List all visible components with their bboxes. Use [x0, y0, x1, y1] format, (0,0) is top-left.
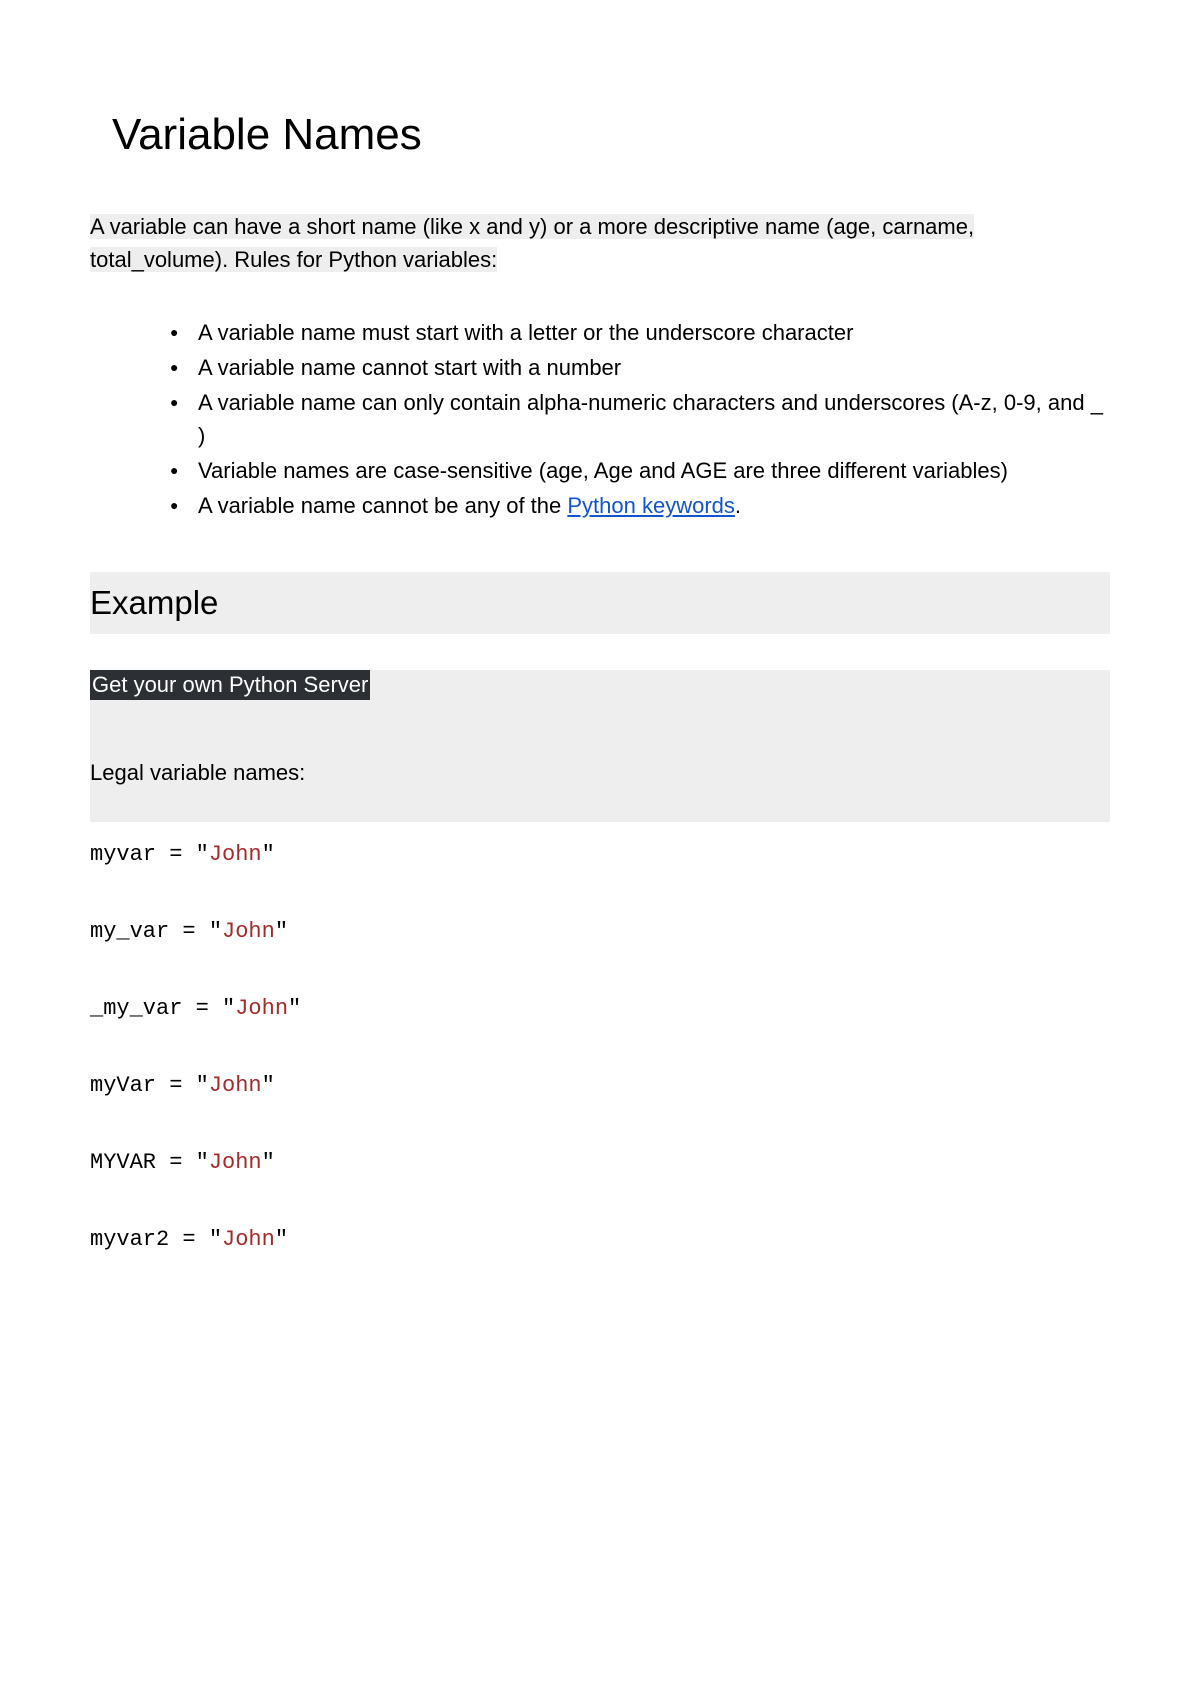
list-item: A variable name cannot be any of the Pyt… [170, 489, 1110, 522]
example-heading: Example [90, 572, 1110, 634]
intro-text: A variable can have a short name (like x… [90, 214, 974, 272]
code-line: _my_var = "John" [90, 996, 1110, 1021]
page-title: Variable Names [112, 110, 1110, 160]
list-item: A variable name cannot start with a numb… [170, 351, 1110, 384]
list-item: Variable names are case-sensitive (age, … [170, 454, 1110, 487]
rules-list: A variable name must start with a letter… [90, 316, 1110, 522]
code-line: myvar2 = "John" [90, 1227, 1110, 1252]
code-line: myvar = "John" [90, 842, 1110, 867]
list-item: A variable name can only contain alpha-n… [170, 386, 1110, 452]
list-item-text: A variable name cannot be any of the [198, 493, 567, 518]
code-examples: myvar = "John" my_var = "John" _my_var =… [90, 842, 1110, 1252]
list-item-suffix: . [735, 493, 741, 518]
list-item: A variable name must start with a letter… [170, 316, 1110, 349]
legal-names-label: Legal variable names: [90, 746, 1110, 822]
python-keywords-link[interactable]: Python keywords [567, 493, 735, 518]
code-line: my_var = "John" [90, 919, 1110, 944]
code-line: myVar = "John" [90, 1073, 1110, 1098]
intro-paragraph: A variable can have a short name (like x… [90, 210, 1110, 276]
python-server-banner[interactable]: Get your own Python Server [90, 670, 370, 700]
code-line: MYVAR = "John" [90, 1150, 1110, 1175]
